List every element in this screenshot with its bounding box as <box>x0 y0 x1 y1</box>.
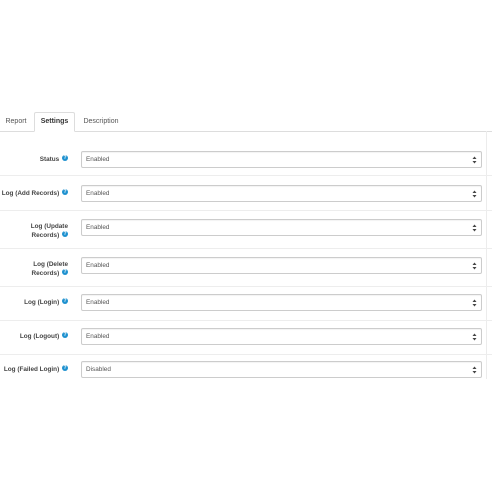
help-icon[interactable]: ? <box>62 231 68 238</box>
help-icon[interactable]: ? <box>62 298 68 305</box>
status-select[interactable]: Enabled <box>81 151 482 168</box>
help-icon[interactable]: ? <box>62 189 68 196</box>
log-delete-records-label: Log (Delete Records) ? <box>0 260 68 278</box>
log-update-records-select[interactable]: Enabled <box>81 219 482 236</box>
log-add-records-select[interactable]: Enabled <box>81 185 482 202</box>
form-row-log-add-records: Log (Add Records) ? Enabled <box>0 176 492 211</box>
updown-caret-icon <box>472 366 477 374</box>
log-delete-records-select-value: Enabled <box>86 262 110 269</box>
log-logout-label: Log (Logout) ? <box>0 332 68 341</box>
log-login-label: Log (Login) ? <box>0 298 68 307</box>
log-add-records-label: Log (Add Records) ? <box>0 189 68 198</box>
tab-report[interactable]: Report <box>0 112 32 131</box>
updown-caret-icon <box>472 333 477 341</box>
help-icon[interactable]: ? <box>62 332 68 339</box>
form-row-log-update-records: Log (Update Records) ? Enabled <box>0 211 492 249</box>
updown-caret-icon <box>472 224 477 232</box>
log-login-select[interactable]: Enabled <box>81 294 482 311</box>
status-label-text: Status <box>39 156 60 163</box>
log-delete-records-label-line1: Log (Delete <box>33 261 68 268</box>
log-delete-records-label-line2: Records) <box>31 270 60 277</box>
log-add-records-select-value: Enabled <box>86 190 110 197</box>
log-update-records-label-line1: Log (Update <box>30 223 68 230</box>
log-login-select-value: Enabled <box>86 299 110 306</box>
status-label: Status ? <box>0 155 68 164</box>
tab-description[interactable]: Description <box>76 112 126 131</box>
log-update-records-label-line2: Records) <box>31 232 60 239</box>
updown-caret-icon <box>472 299 477 307</box>
help-icon[interactable]: ? <box>62 365 68 372</box>
log-delete-records-select[interactable]: Enabled <box>81 257 482 274</box>
form-row-status: Status ? Enabled <box>0 131 492 176</box>
log-failed-login-select[interactable]: Disabled <box>81 361 482 378</box>
form-row-log-logout: Log (Logout) ? Enabled <box>0 321 492 355</box>
tab-settings[interactable]: Settings <box>34 112 75 132</box>
updown-caret-icon <box>472 262 477 270</box>
log-login-label-text: Log (Login) <box>24 299 60 306</box>
log-logout-select[interactable]: Enabled <box>81 328 482 345</box>
log-add-records-label-text: Log (Add Records) <box>1 190 60 197</box>
updown-caret-icon <box>472 190 477 198</box>
log-failed-login-label-text: Log (Failed Login) <box>3 366 60 373</box>
log-update-records-select-value: Enabled <box>86 224 110 231</box>
form-row-log-login: Log (Login) ? Enabled <box>0 287 492 321</box>
help-icon[interactable]: ? <box>62 269 68 276</box>
status-select-value: Enabled <box>86 156 110 163</box>
tab-bar: Report Settings Description <box>0 112 492 132</box>
log-logout-label-text: Log (Logout) <box>19 333 60 340</box>
form-row-log-delete-records: Log (Delete Records) ? Enabled <box>0 249 492 287</box>
log-update-records-label: Log (Update Records) ? <box>0 222 68 240</box>
log-delete-records-label-line2-wrap: Records) ? <box>0 269 68 278</box>
updown-caret-icon <box>472 156 477 164</box>
log-failed-login-select-value: Disabled <box>86 366 111 373</box>
log-failed-login-label: Log (Failed Login) ? <box>0 365 68 374</box>
log-logout-select-value: Enabled <box>86 333 110 340</box>
help-icon[interactable]: ? <box>62 155 68 162</box>
settings-panel: Report Settings Description <box>0 112 492 132</box>
log-update-records-label-line2-wrap: Records) ? <box>0 231 68 240</box>
form-row-log-failed-login: Log (Failed Login) ? Disabled <box>0 355 492 385</box>
